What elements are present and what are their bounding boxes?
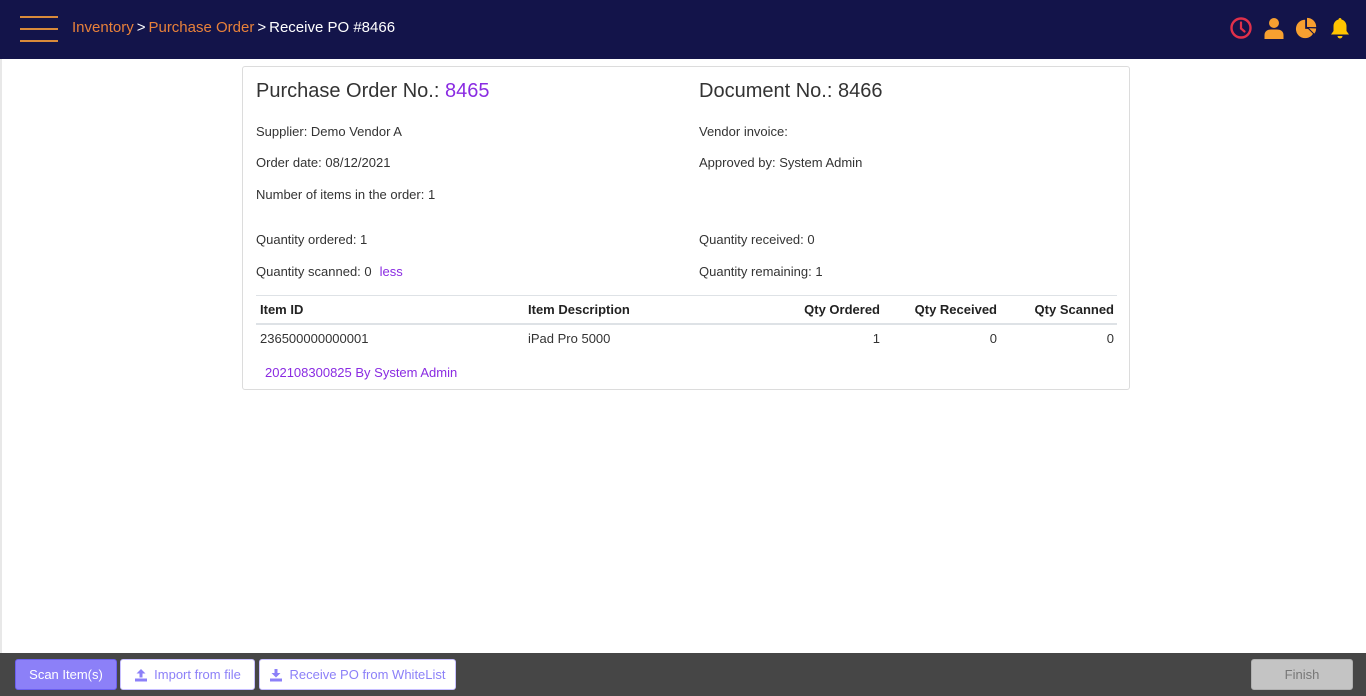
breadcrumb-inventory[interactable]: Inventory [72,19,134,36]
table-header: Item ID Item Description Qty Ordered Qty… [256,295,1117,325]
import-from-file-button[interactable]: Import from file [120,659,255,690]
download-icon [270,668,283,681]
less-link[interactable]: less [380,264,403,279]
po-label: Purchase Order No.: [256,80,445,102]
column-header-qty-ordered: Qty Ordered [804,302,880,317]
cell-item-id: 236500000000001 [260,331,369,346]
purchase-order-card: Purchase Order No.: 8465 Supplier: Demo … [242,66,1130,390]
qty-remaining-field: Quantity remaining: 1 [699,264,823,279]
user-icon[interactable] [1262,16,1286,40]
order-date-field: Order date: 08/12/2021 [256,155,391,170]
vendor-invoice-field: Vendor invoice: [699,124,788,139]
breadcrumb-purchase-order[interactable]: Purchase Order [148,19,254,36]
document-number-heading: Document No.: 8466 [699,80,882,103]
cell-qty-received: 0 [989,331,997,346]
breadcrumb-separator: > [136,19,146,36]
qty-ordered-field: Quantity ordered: 1 [256,232,368,247]
upload-icon [135,668,148,681]
top-navigation-bar: Inventory > Purchase Order > Receive PO #846… [0,0,1366,59]
scan-log-link[interactable]: 202108300825 By System Admin [265,365,457,380]
breadcrumb-current: Receive PO #8466 [269,19,396,36]
column-header-qty-scanned: Qty Scanned [1034,302,1114,317]
content-edge-divider [0,59,2,653]
bottom-action-bar: Scan Item(s) Import from file Receive PO… [0,653,1366,696]
hamburger-menu-icon[interactable] [20,15,58,43]
item-count-field: Number of items in the order: 1 [256,187,436,202]
cell-qty-ordered: 1 [872,331,880,346]
column-header-qty-received: Qty Received [914,302,997,317]
receive-po-from-whitelist-button[interactable]: Receive PO from WhiteList [259,659,456,690]
bell-icon[interactable] [1328,16,1352,40]
po-number: 8465 [444,80,490,102]
import-from-file-label: Import from file [154,667,241,682]
scan-items-button[interactable]: Scan Item(s) [15,659,117,690]
cell-qty-scanned: 0 [1106,331,1114,346]
finish-button[interactable]: Finish [1251,659,1353,690]
cell-item-description: iPad Pro 5000 [528,331,611,346]
scan-items-label: Scan Item(s) [29,667,103,682]
finish-label: Finish [1284,667,1320,682]
pie-chart-icon[interactable] [1295,16,1319,40]
supplier-field: Supplier: Demo Vendor A [256,124,402,139]
approved-by-field: Approved by: System Admin [699,155,863,170]
qty-scanned-row: Quantity scanned: 0 less [256,264,403,279]
table-row[interactable]: 236500000000001 iPad Pro 5000 1 0 0 [256,327,1117,353]
header-icons [1229,16,1352,40]
qty-scanned-field: Quantity scanned: 0 [256,264,372,279]
po-number-heading: Purchase Order No.: 8465 [256,80,489,103]
qty-received-field: Quantity received: 0 [699,232,815,247]
doc-label: Document No.: [699,80,838,102]
breadcrumb: Inventory > Purchase Order > Receive PO #846… [72,19,395,36]
receive-po-from-whitelist-label: Receive PO from WhiteList [289,667,446,682]
breadcrumb-separator: > [257,19,267,36]
column-header-item-description: Item Description [528,302,630,317]
clock-icon[interactable] [1229,16,1253,40]
doc-number: 8466 [837,80,883,102]
column-header-item-id: Item ID [260,302,304,317]
